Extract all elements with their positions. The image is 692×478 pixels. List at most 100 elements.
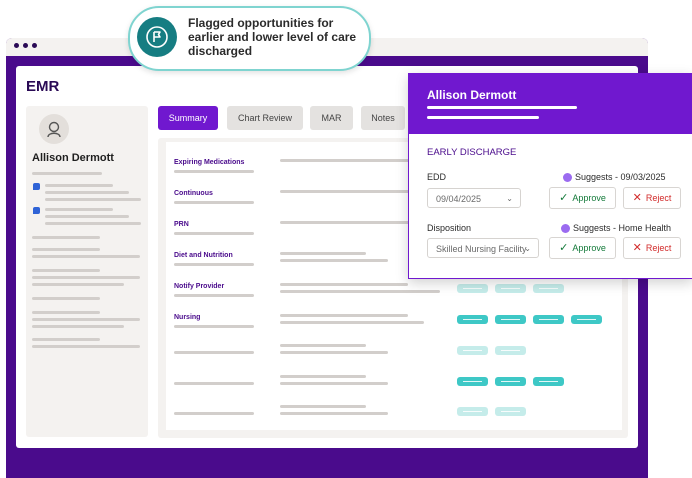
popup-header: Allison Dermott xyxy=(409,74,692,134)
ai-suggest-icon xyxy=(561,223,570,233)
avatar[interactable] xyxy=(39,114,69,144)
status-pill[interactable] xyxy=(495,315,526,324)
status-pill[interactable] xyxy=(495,377,526,386)
row-label: Expiring Medications xyxy=(174,159,245,166)
check-icon: ✓ xyxy=(559,242,569,254)
status-pill[interactable] xyxy=(533,284,564,293)
patient-panel: Allison Dermott xyxy=(26,106,148,437)
status-pill[interactable] xyxy=(495,284,526,293)
flag-marker-icon[interactable] xyxy=(33,207,40,214)
callout-bubble: Flagged opportunities for earlier and lo… xyxy=(128,6,371,71)
chevron-down-icon: ⌄ xyxy=(524,244,531,253)
placeholder-line xyxy=(45,198,141,201)
section-title: EARLY DISCHARGE xyxy=(427,147,517,158)
window-dot-icon[interactable] xyxy=(23,43,28,48)
early-discharge-popup: Allison Dermott EARLY DISCHARGE EDD Sugg… xyxy=(408,73,692,279)
placeholder-line xyxy=(427,106,577,109)
flag-marker-icon[interactable] xyxy=(33,183,40,190)
placeholder-line xyxy=(280,351,388,354)
check-icon: ✓ xyxy=(559,192,569,204)
placeholder-line xyxy=(32,248,100,251)
placeholder-line xyxy=(280,283,408,286)
status-pill[interactable] xyxy=(457,284,488,293)
tab-summary[interactable]: Summary xyxy=(158,106,218,130)
status-pill[interactable] xyxy=(533,377,564,386)
placeholder-line xyxy=(32,338,100,341)
status-pill[interactable] xyxy=(495,407,526,416)
popup-patient-name: Allison Dermott xyxy=(427,88,517,102)
status-pill[interactable] xyxy=(495,346,526,355)
row-label: Diet and Nutrition xyxy=(174,252,233,259)
callout-text: Flagged opportunities for earlier and lo… xyxy=(188,16,357,58)
disposition-approve-button[interactable]: ✓ Approve xyxy=(549,237,616,259)
placeholder-line xyxy=(45,208,113,211)
disposition-suggestion: Suggests - Home Health xyxy=(561,223,671,233)
placeholder-line xyxy=(32,255,140,258)
placeholder-line xyxy=(280,314,408,317)
placeholder-line xyxy=(427,116,539,119)
placeholder-line xyxy=(32,283,124,286)
placeholder-line xyxy=(32,297,100,300)
row-label: Notify Provider xyxy=(174,283,225,290)
placeholder-line xyxy=(174,351,254,354)
placeholder-line xyxy=(32,325,124,328)
ai-suggest-icon xyxy=(563,172,572,182)
edd-suggestion: Suggests - 09/03/2025 xyxy=(563,172,666,182)
placeholder-line xyxy=(45,222,141,225)
tab-chart-review[interactable]: Chart Review xyxy=(227,106,303,130)
app-title: EMR xyxy=(26,78,60,95)
placeholder-line xyxy=(280,190,420,193)
placeholder-line xyxy=(280,252,366,255)
placeholder-line xyxy=(174,294,254,297)
chevron-down-icon: ⌄ xyxy=(506,194,513,203)
placeholder-line xyxy=(174,170,254,173)
window-dot-icon[interactable] xyxy=(32,43,37,48)
status-pill[interactable] xyxy=(457,346,488,355)
row-label: PRN xyxy=(174,221,189,228)
placeholder-line xyxy=(174,412,254,415)
placeholder-line xyxy=(174,325,254,328)
placeholder-line xyxy=(280,375,366,378)
placeholder-line xyxy=(45,191,129,194)
patient-name: Allison Dermott xyxy=(32,152,114,164)
status-pill[interactable] xyxy=(571,315,602,324)
flag-icon xyxy=(137,17,177,57)
placeholder-line xyxy=(280,321,424,324)
edd-label: EDD xyxy=(427,172,447,182)
edd-select[interactable]: 09/04/2025 ⌄ xyxy=(427,188,521,208)
tab-mar[interactable]: MAR xyxy=(310,106,353,130)
disposition-reject-button[interactable]: ✕ Reject xyxy=(623,237,681,259)
placeholder-line xyxy=(174,382,254,385)
status-pill[interactable] xyxy=(457,407,488,416)
edd-suggestion-text: Suggests - 09/03/2025 xyxy=(575,172,666,182)
person-icon xyxy=(47,121,61,138)
edd-reject-button[interactable]: ✕ Reject xyxy=(623,187,681,209)
placeholder-line xyxy=(280,221,420,224)
placeholder-line xyxy=(280,344,366,347)
placeholder-line xyxy=(280,382,388,385)
placeholder-line xyxy=(32,318,140,321)
placeholder-line xyxy=(280,259,388,262)
edd-value: 09/04/2025 xyxy=(436,194,482,204)
placeholder-line xyxy=(174,201,254,204)
status-pill[interactable] xyxy=(533,315,564,324)
window-controls xyxy=(14,43,37,48)
placeholder-line xyxy=(174,263,254,266)
placeholder-line xyxy=(280,412,388,415)
placeholder-line xyxy=(32,269,100,272)
status-pill[interactable] xyxy=(457,377,488,386)
placeholder-line xyxy=(280,159,420,162)
placeholder-line xyxy=(32,236,100,239)
placeholder-line xyxy=(32,172,102,175)
placeholder-line xyxy=(174,232,254,235)
row-label: Continuous xyxy=(174,190,213,197)
placeholder-line xyxy=(280,405,366,408)
tab-notes[interactable]: Notes xyxy=(361,106,405,130)
disposition-select[interactable]: Skilled Nursing Facility ⌄ xyxy=(427,238,539,258)
placeholder-line xyxy=(45,184,113,187)
placeholder-line xyxy=(280,290,440,293)
row-label: Nursing xyxy=(174,314,201,321)
status-pill[interactable] xyxy=(457,315,488,324)
edd-approve-button[interactable]: ✓ Approve xyxy=(549,187,616,209)
window-dot-icon[interactable] xyxy=(14,43,19,48)
